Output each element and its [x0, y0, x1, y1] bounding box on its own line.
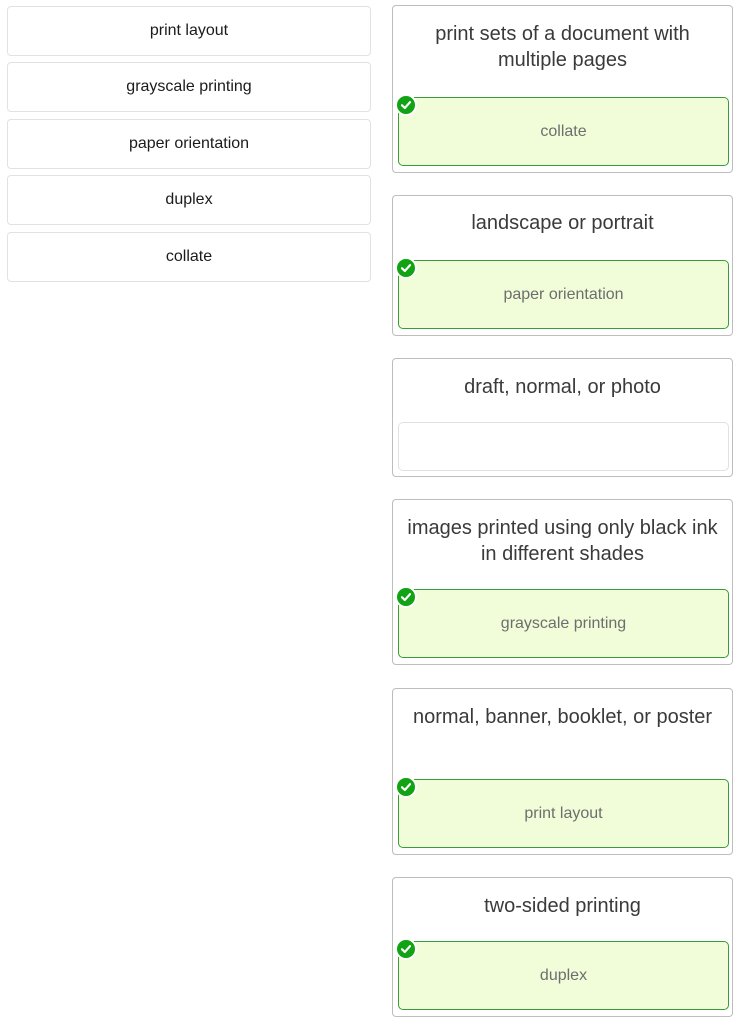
check-circle-icon: [395, 776, 417, 798]
drop-zone[interactable]: collate: [395, 94, 729, 166]
check-circle-icon: [395, 94, 417, 116]
drop-zone[interactable]: [398, 422, 729, 471]
target-prompt: two-sided printing: [484, 895, 641, 917]
target-prompt: print sets of a document with multiple p…: [435, 23, 690, 71]
target-card-paper-orientation: landscape or portrait paper orientation: [392, 195, 733, 336]
bank-item-label: collate: [165, 248, 213, 265]
bank-item-paper-orientation[interactable]: paper orientation: [7, 119, 371, 169]
bank-item-collate[interactable]: collate: [7, 232, 371, 282]
drop-zone-answer: paper orientation: [503, 285, 624, 303]
drop-zone[interactable]: grayscale printing: [395, 586, 729, 658]
target-card-grayscale-printing: images printed using only black ink in d…: [392, 499, 733, 665]
target-card-collate: print sets of a document with multiple p…: [392, 5, 733, 173]
check-circle-icon: [395, 938, 417, 960]
check-circle-icon: [395, 257, 417, 279]
bank-item-label: paper orientation: [128, 135, 250, 152]
target-card-duplex: two-sided printing duplex: [392, 877, 733, 1017]
bank-item-print-layout[interactable]: print layout: [7, 6, 371, 56]
drop-zone-answer: grayscale printing: [500, 614, 627, 632]
bank-item-label: print layout: [149, 22, 229, 39]
drop-zone[interactable]: print layout: [395, 776, 729, 848]
bank-item-duplex[interactable]: duplex: [7, 175, 371, 225]
drop-zone-answer: duplex: [539, 966, 588, 984]
drop-zone-answer: print layout: [524, 804, 603, 822]
drop-zone-answer: collate: [540, 122, 587, 140]
check-circle-icon: [395, 586, 417, 608]
target-prompt: draft, normal, or photo: [464, 376, 661, 398]
drop-zone[interactable]: duplex: [395, 938, 729, 1010]
bank-item-label: duplex: [165, 191, 213, 208]
bank-item-grayscale-printing[interactable]: grayscale printing: [7, 62, 371, 112]
target-card-empty: draft, normal, or photo: [392, 358, 733, 477]
bank-item-label: grayscale printing: [126, 78, 252, 95]
target-prompt: normal, banner, booklet, or poster: [412, 706, 713, 728]
target-card-print-layout: normal, banner, booklet, or poster print…: [392, 688, 733, 855]
drop-zone[interactable]: paper orientation: [395, 257, 729, 329]
target-prompt: landscape or portrait: [471, 212, 654, 234]
target-prompt: images printed using only black ink in d…: [407, 517, 718, 565]
